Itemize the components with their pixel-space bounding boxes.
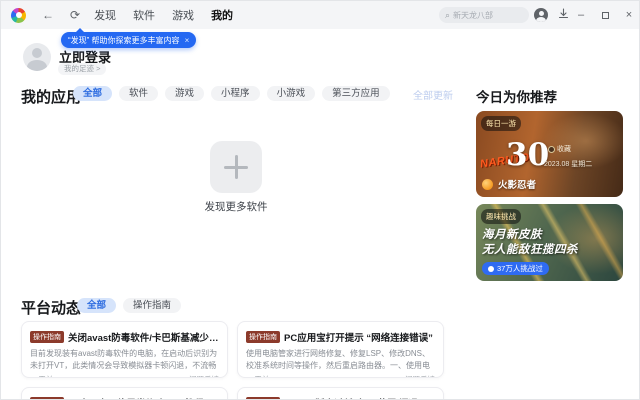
feedback-link[interactable]: 问题反馈 <box>395 374 435 377</box>
filter-thirdparty[interactable]: 第三方应用 <box>322 86 390 101</box>
tab-all[interactable]: 全部 <box>77 298 117 313</box>
challenge-line1: 海月新皮肤 <box>482 229 542 241</box>
search-input[interactable] <box>453 10 524 20</box>
tag-label: 收藏 <box>557 146 571 153</box>
my-apps-filters: 全部 软件 游戏 小程序 小游戏 第三方应用 <box>73 86 390 101</box>
add-software-tile[interactable] <box>210 141 262 193</box>
game-row: 火影忍者 <box>482 177 536 191</box>
minimize-button[interactable]: – <box>571 1 591 29</box>
app-window: ← ⟳ 发现 软件 游戏 我的 ⌕ – × “发现” 帮助你探索更多丰富内容 ×… <box>0 0 640 400</box>
game-avatar-icon <box>482 178 493 190</box>
chat-bubble-icon <box>179 376 186 377</box>
news-body: 使用电脑管家进行网络修复、修复LSP、修改DNS、校准系统时间等操作，然后重启路… <box>246 349 431 370</box>
news-badge: 操作指南 <box>246 331 280 343</box>
nav-item-discover[interactable]: 发现 <box>94 7 116 23</box>
game-name: 火影忍者 <box>498 180 537 191</box>
news-time: 29天前 <box>246 374 269 377</box>
calendar-date: 2023.08 星期二 <box>544 161 593 168</box>
discover-tooltip: “发现” 帮助你探索更多丰富内容 × <box>61 28 197 48</box>
tab-guide[interactable]: 操作指南 <box>123 298 182 313</box>
my-apps-title: 我的应用 <box>21 89 82 106</box>
recommend-title: 今日为你推荐 <box>476 90 557 105</box>
news-title: opengl版本过低/未开/花屏/闪退，升级显卡驱动… <box>284 396 435 399</box>
download-manager-icon[interactable] <box>556 8 570 22</box>
nav-item-games[interactable]: 游戏 <box>172 7 194 23</box>
nav-item-mine[interactable]: 我的 <box>211 7 233 23</box>
platform-news-tabs: 全部 操作指南 <box>77 298 182 313</box>
plus-icon <box>234 155 238 179</box>
filter-all[interactable]: 全部 <box>73 86 113 101</box>
feedback-label: 问题反馈 <box>189 374 219 377</box>
filter-minigames[interactable]: 小游戏 <box>266 86 316 101</box>
search-box[interactable]: ⌕ <box>439 7 529 23</box>
app-logo-icon <box>11 7 26 23</box>
login-sub-link[interactable]: 我的足迹 > <box>58 63 107 75</box>
chat-bubble-icon <box>395 376 402 377</box>
titlebar: ← ⟳ 发现 软件 游戏 我的 ⌕ – × <box>1 1 639 29</box>
challenge-badge: 趣味挑战 <box>481 209 521 224</box>
tooltip-text: “发现” 帮助你探索更多丰富内容 <box>68 35 180 45</box>
close-button[interactable]: × <box>619 1 639 29</box>
nav-item-software[interactable]: 软件 <box>133 7 155 23</box>
news-footer: 26天前 问题反馈 <box>30 374 219 377</box>
daily-game-card[interactable]: 每日一游 NARUTO 30 收藏 2023.08 星期二 火影忍者 <box>476 111 623 197</box>
viewers-icon <box>488 265 494 272</box>
news-body: 目前发现装有avast防毒软件的电脑，在启动后识别为未打开VT，此类情况会导致模… <box>30 349 218 370</box>
news-title: 关闭avast防毒软件/卡巴斯基减少卡顿现象 <box>68 333 219 344</box>
platform-news-title: 平台动态 <box>21 300 82 317</box>
news-card[interactable]: 操作指南 PC应用宝打开提示 “网络连接错误” 使用电脑管家进行网络修复、修复L… <box>237 321 444 378</box>
daily-game-badge: 每日一游 <box>481 116 521 131</box>
news-head: 操作指南 PC应用宝打开提示 “网络连接错误” <box>246 330 435 344</box>
challenge-card[interactable]: 趣味挑战 海月新皮肤 无人能敌狂揽四杀 37万人挑战过 <box>476 204 623 281</box>
calendar-tag: 收藏 <box>548 144 571 154</box>
news-title: pc应用宝网络异常修改DNS教程 <box>68 396 204 399</box>
maximize-button[interactable] <box>595 1 615 29</box>
filter-software[interactable]: 软件 <box>119 86 159 101</box>
main-nav: 发现 软件 游戏 我的 <box>94 7 233 23</box>
refresh-icon[interactable]: ⟳ <box>70 8 80 22</box>
challenge-line2: 无人能敌狂揽四杀 <box>482 244 578 256</box>
search-icon: ⌕ <box>445 9 451 20</box>
feedback-label: 问题反馈 <box>405 374 435 377</box>
news-time: 26天前 <box>30 374 53 377</box>
update-all-button[interactable]: 全部更新 <box>413 87 453 102</box>
viewers-count: 37万人挑战过 <box>497 264 543 273</box>
tag-icon <box>548 145 555 153</box>
news-card[interactable]: 操作指南 pc应用宝网络异常修改DNS教程 <box>21 387 228 399</box>
back-icon[interactable]: ← <box>42 8 54 22</box>
news-head: 操作指南 pc应用宝网络异常修改DNS教程 <box>30 396 219 399</box>
calendar-day: 30 <box>506 137 550 173</box>
user-avatar-icon[interactable] <box>534 8 548 22</box>
login-avatar[interactable] <box>23 43 51 71</box>
filter-miniprograms[interactable]: 小程序 <box>211 86 260 101</box>
news-title: PC应用宝打开提示 “网络连接错误” <box>284 333 433 344</box>
filter-games[interactable]: 游戏 <box>165 86 205 101</box>
tooltip-close-icon[interactable]: × <box>185 36 190 45</box>
feedback-link[interactable]: 问题反馈 <box>179 374 219 377</box>
news-head: 操作指南 关闭avast防毒软件/卡巴斯基减少卡顿现象 <box>30 330 219 344</box>
news-footer: 29天前 问题反馈 <box>246 374 435 377</box>
viewers-pill: 37万人挑战过 <box>482 262 549 275</box>
maximize-icon <box>601 11 609 19</box>
news-card[interactable]: 操作指南 opengl版本过低/未开/花屏/闪退，升级显卡驱动… <box>237 387 444 399</box>
news-head: 操作指南 opengl版本过低/未开/花屏/闪退，升级显卡驱动… <box>246 396 435 399</box>
news-card[interactable]: 操作指南 关闭avast防毒软件/卡巴斯基减少卡顿现象 目前发现装有avast防… <box>21 321 228 378</box>
add-software-label: 发现更多软件 <box>204 201 268 213</box>
news-badge: 操作指南 <box>30 331 64 343</box>
